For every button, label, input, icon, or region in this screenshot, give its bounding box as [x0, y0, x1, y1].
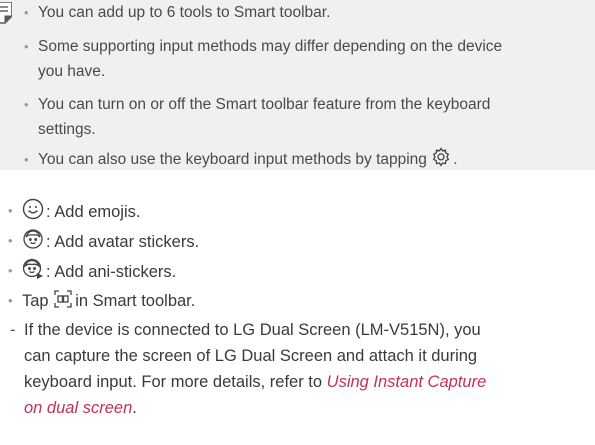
note-text-end: .	[453, 151, 458, 168]
dual-screen-link[interactable]: on dual screen	[24, 399, 132, 417]
item-text: : Add ani-stickers.	[46, 263, 177, 281]
bullet-icon: •	[24, 97, 29, 112]
list-item: • : Add ani-stickers.	[8, 258, 582, 285]
sub-text: keyboard input. For more details, refer …	[24, 373, 323, 391]
bullet-icon: •	[8, 203, 13, 218]
sub-list-item: - If the device is connected to LG Dual …	[10, 317, 564, 421]
item-text: in Smart toolbar.	[75, 292, 196, 310]
ani-sticker-icon	[22, 258, 43, 279]
note-text: Some supporting input methods may differ…	[38, 38, 503, 55]
list-item: • : Add avatar stickers.	[8, 228, 582, 255]
note-text: You can add up to 6 tools to Smart toolb…	[38, 4, 331, 21]
sub-text: can capture the screen of LG Dual Screen…	[24, 347, 478, 365]
bullet-icon: •	[8, 233, 13, 248]
note-text: You can turn on or off the Smart toolbar…	[38, 96, 491, 113]
bullet-icon: •	[8, 263, 13, 278]
instant-capture-link[interactable]: Using Instant Capture	[327, 373, 487, 391]
bullet-icon: •	[24, 5, 29, 20]
avatar-sticker-icon	[23, 229, 43, 249]
note-item: • You can add up to 6 tools to Smart too…	[24, 0, 578, 25]
bullet-icon: •	[8, 293, 13, 308]
bullet-icon: •	[24, 39, 29, 54]
note-box: • You can add up to 6 tools to Smart too…	[0, 0, 595, 170]
gear-icon	[433, 147, 450, 167]
item-text: : Add avatar stickers.	[46, 233, 200, 251]
note-item: • You can also use the keyboard input me…	[24, 147, 578, 172]
emoji-icon	[22, 198, 44, 220]
note-text: you have.	[38, 63, 106, 80]
list-item: • Tap in Smart toolbar.	[8, 288, 582, 314]
note-icon	[0, 2, 12, 24]
sub-text-end: .	[132, 399, 137, 417]
note-text: settings.	[38, 121, 96, 138]
item-text: : Add emojis.	[46, 203, 141, 221]
bullet-icon: •	[24, 152, 29, 167]
note-text: You can also use the keyboard input meth…	[38, 151, 427, 168]
sub-text: If the device is connected to LG Dual Sc…	[24, 321, 481, 339]
note-item: • Some supporting input methods may diff…	[24, 34, 578, 84]
note-item: • You can turn on or off the Smart toolb…	[24, 92, 578, 142]
list-item: • : Add emojis.	[8, 198, 582, 225]
item-prefix: Tap	[22, 292, 49, 310]
dash-bullet: -	[10, 321, 16, 339]
instant-capture-icon	[54, 290, 72, 308]
